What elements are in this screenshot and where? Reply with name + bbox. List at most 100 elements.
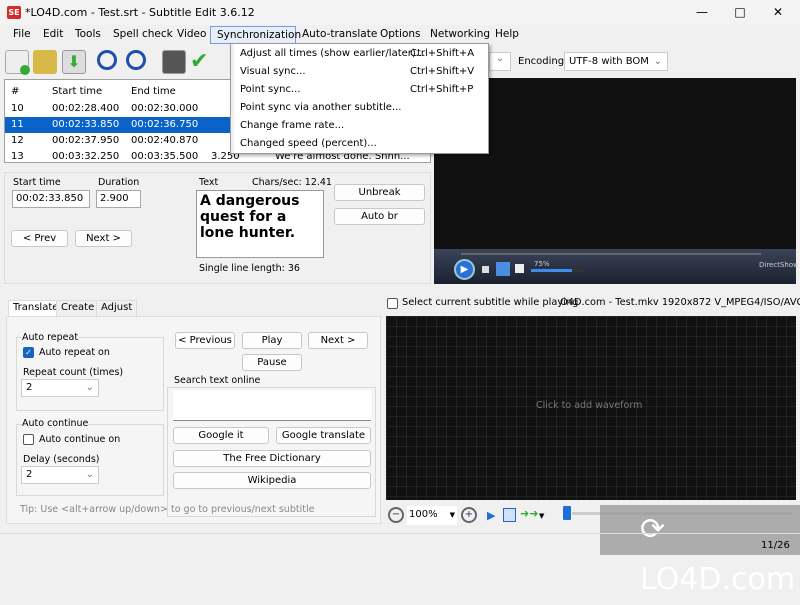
menu-synchronization-label: Synchronization — [217, 29, 302, 41]
new-icon[interactable] — [5, 50, 30, 75]
header-end-time[interactable]: End time — [131, 86, 176, 97]
chevron-down-icon: ⌄ — [653, 56, 662, 67]
search-online-label: Search text online — [174, 375, 261, 386]
auto-br-button[interactable]: Auto br — [334, 208, 425, 225]
tip-text: Tip: Use <alt+arrow up/down> to go to pr… — [20, 504, 315, 515]
start-time-input[interactable]: 00:02:33.850 — [12, 190, 90, 208]
menu-item-point-sync[interactable]: Point sync... Ctrl+Shift+P — [240, 84, 480, 95]
volume-icon[interactable] — [496, 262, 510, 276]
next-button[interactable]: Next > — [75, 230, 132, 247]
open-icon[interactable] — [33, 50, 57, 74]
menu-help[interactable]: Help — [495, 28, 519, 40]
menu-edit[interactable]: Edit — [43, 28, 63, 40]
unbreak-button[interactable]: Unbreak — [334, 184, 425, 201]
chevron-down-icon[interactable]: ▼ — [539, 512, 544, 520]
search-text-input[interactable] — [173, 390, 371, 421]
close-icon[interactable]: ✕ — [756, 0, 800, 25]
seek-bar[interactable] — [461, 253, 761, 255]
play-waveform-icon[interactable]: ▶ — [487, 509, 495, 522]
chevron-down-icon: ⌄ — [85, 382, 94, 393]
renderer-label: DirectShow — [759, 261, 799, 269]
cell-end: 00:02:30.000 — [131, 103, 199, 114]
delay-label: Delay (seconds) — [23, 454, 100, 465]
duration-input[interactable]: 2.900 — [96, 190, 141, 208]
chars-per-sec: Chars/sec: 12.41 — [252, 177, 332, 188]
window-title: *LO4D.com - Test.srt - Subtitle Edit 3.6… — [25, 6, 255, 19]
title-bar: SE *LO4D.com - Test.srt - Subtitle Edit … — [0, 0, 800, 25]
cell-end: 00:02:36.750 — [131, 119, 199, 130]
cell-number: 10 — [11, 103, 24, 114]
stop-icon[interactable] — [482, 266, 489, 273]
next-button-translate[interactable]: Next > — [308, 332, 368, 349]
pause-button[interactable]: Pause — [242, 354, 302, 371]
header-number[interactable]: # — [11, 86, 19, 97]
wikipedia-button[interactable]: Wikipedia — [173, 472, 371, 489]
google-translate-button[interactable]: Google translate — [276, 427, 371, 444]
grid-icon[interactable] — [503, 508, 516, 522]
zoom-select[interactable]: 100% ▼ — [407, 506, 457, 525]
menu-synchronization[interactable]: Synchronization — [210, 26, 301, 44]
auto-continue-checkbox[interactable] — [23, 434, 34, 445]
menu-video[interactable]: Video — [177, 28, 206, 40]
menu-spell-check[interactable]: Spell check — [113, 28, 173, 40]
dropdown-chevron-icon[interactable]: ⌄ — [489, 52, 511, 71]
menu-item-change-frame-rate[interactable]: Change frame rate... — [240, 120, 480, 131]
auto-continue-on-label: Auto continue on — [39, 434, 121, 445]
menu-auto-translate[interactable]: Auto-translate — [302, 28, 377, 40]
previous-button[interactable]: < Previous — [175, 332, 235, 349]
play-icon[interactable]: ▶ — [454, 259, 475, 280]
fullscreen-icon[interactable] — [515, 264, 524, 273]
start-time-label: Start time — [13, 177, 61, 188]
menu-item-change-speed[interactable]: Changed speed (percent)... — [240, 138, 480, 149]
volume-slider[interactable] — [531, 269, 585, 272]
subtitle-text-area[interactable]: A dangerous quest for a lone hunter. — [196, 190, 324, 258]
encoding-value: UTF-8 with BOM — [569, 56, 649, 67]
prev-button[interactable]: < Prev — [11, 230, 68, 247]
status-bar: 11/26 — [0, 533, 800, 555]
waveform-area[interactable]: Click to add waveform — [386, 316, 796, 500]
menu-tools[interactable]: Tools — [75, 28, 101, 40]
menu-file[interactable]: File — [13, 28, 31, 40]
spellcheck-icon[interactable]: ✔ — [190, 50, 214, 74]
repeat-count-value: 2 — [26, 382, 33, 393]
forward-arrows-icon[interactable]: ➜➜ — [520, 507, 538, 520]
single-line-length: Single line length: 36 — [199, 263, 300, 274]
position-slider-handle[interactable] — [563, 506, 571, 520]
google-it-button[interactable]: Google it — [173, 427, 269, 444]
menu-item-adjust-all-times[interactable]: Adjust all times (show earlier/later)...… — [240, 48, 480, 59]
auto-repeat-group-label: Auto repeat — [22, 332, 79, 343]
waveform-placeholder: Click to add waveform — [536, 400, 643, 411]
encoding-select[interactable]: UTF-8 with BOM ⌄ — [564, 52, 668, 71]
delay-value: 2 — [26, 469, 33, 480]
zoom-out-icon[interactable]: − — [388, 507, 404, 523]
repeat-count-select[interactable]: 2 ⌄ — [21, 379, 99, 397]
menu-item-label: Point sync via another subtitle... — [240, 102, 402, 113]
tab-adjust[interactable]: Adjust — [96, 300, 138, 316]
synchronization-dropdown-menu: Adjust all times (show earlier/later)...… — [230, 43, 489, 154]
select-current-subtitle-label: Select current subtitle while playing — [402, 297, 579, 308]
delay-select[interactable]: 2 ⌄ — [21, 466, 99, 484]
menu-item-label: Change frame rate... — [240, 120, 345, 131]
menu-item-point-sync-via-another[interactable]: Point sync via another subtitle... — [240, 102, 480, 113]
menu-item-label: Point sync... — [240, 84, 301, 95]
chevron-down-icon: ⌄ — [85, 469, 94, 480]
menu-item-label: Changed speed (percent)... — [240, 138, 377, 149]
repeat-count-label: Repeat count (times) — [23, 367, 124, 378]
menu-networking[interactable]: Networking — [430, 28, 490, 40]
cell-end: 00:03:35.500 — [131, 151, 199, 162]
tab-create[interactable]: Create — [56, 300, 100, 316]
menu-options[interactable]: Options — [380, 28, 421, 40]
visual-sync-icon[interactable] — [162, 50, 186, 74]
header-start-time[interactable]: Start time — [52, 86, 102, 97]
play-button[interactable]: Play — [242, 332, 302, 349]
zoom-in-icon[interactable]: + — [461, 507, 477, 523]
replace-icon[interactable] — [126, 50, 146, 70]
find-icon[interactable] — [97, 50, 117, 70]
menu-item-visual-sync[interactable]: Visual sync... Ctrl+Shift+V — [240, 66, 480, 77]
auto-repeat-checkbox[interactable]: ✓ — [23, 347, 34, 358]
menu-item-label: Visual sync... — [240, 66, 306, 77]
free-dictionary-button[interactable]: The Free Dictionary — [173, 450, 371, 467]
save-icon[interactable]: ⬇ — [62, 50, 86, 74]
select-current-subtitle-checkbox[interactable] — [387, 298, 398, 309]
auto-repeat-on-label: Auto repeat on — [39, 347, 110, 358]
